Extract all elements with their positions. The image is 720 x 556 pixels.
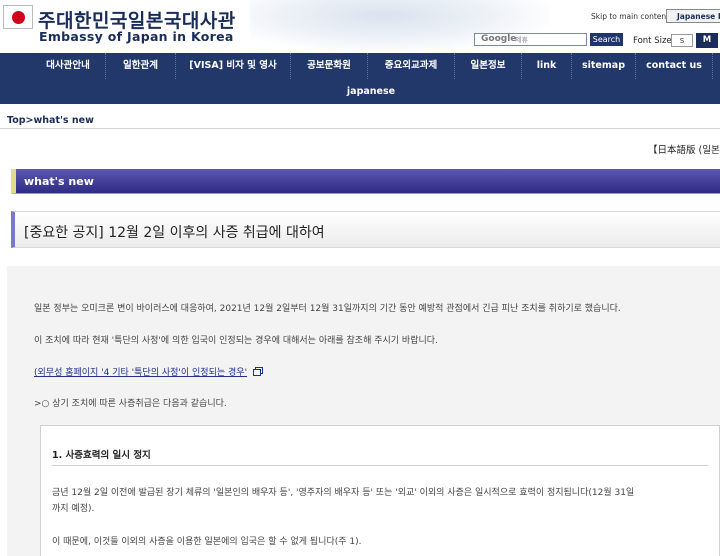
box-paragraph-1-line-1: 금년 12월 2일 이전에 발급된 장기 체류의 '일본인의 배우자 등', '… — [52, 488, 635, 498]
section-title: what's new — [24, 175, 94, 188]
nav-item-relations[interactable]: 일한관계 — [106, 53, 176, 79]
section-header-bar: what's new — [11, 169, 720, 194]
japan-flag-icon — [3, 5, 33, 29]
paragraph-2: 이 조치에 따라 현재 '특단의 사정'에 의한 입국이 인정되는 경우에 대해… — [34, 336, 438, 346]
search-placeholder: 제휴 — [515, 36, 528, 44]
skip-to-main-link[interactable]: Skip to main content — [591, 12, 669, 21]
japanese-version-link[interactable]: 【日本語版 (일본어 — [648, 142, 720, 156]
japanese-home-button[interactable]: Japanese Ho — [666, 9, 720, 23]
nav-item-sitemap[interactable]: sitemap — [572, 53, 636, 79]
box-paragraph-2: 이 때문에, 이것들 이외의 사증을 이용한 일본에의 입국은 할 수 없게 됩… — [52, 537, 362, 547]
site-header: 주대한민국일본국대사관 Embassy of Japan in Korea Sk… — [0, 0, 720, 52]
font-size-small-button[interactable]: S — [671, 34, 693, 47]
nav-item-contact[interactable]: contact us — [636, 53, 713, 79]
page-title: [중요한 공지] 12월 2일 이후의 사증 취급에 대하여 — [24, 225, 325, 241]
nav-item-japanese[interactable]: japanese — [336, 79, 406, 104]
font-size-label: Font Size — [633, 36, 672, 46]
breadcrumb[interactable]: Top>what's new — [7, 115, 94, 126]
box-divider — [52, 465, 708, 466]
site-logo-english[interactable]: Embassy of Japan in Korea — [39, 29, 234, 44]
nav-item-culture[interactable]: 공보문화원 — [291, 53, 368, 79]
divider — [0, 128, 720, 129]
nav-item-diplomacy[interactable]: 중요외교과제 — [368, 53, 455, 79]
article-body: 일본 정부는 오미크론 변이 바이러스에 대응하여, 2021년 12월 2일부… — [7, 266, 720, 556]
visa-suspension-box: 1. 사증효력의 일시 정지 금년 12월 2일 이전에 발급된 장기 체류의 … — [40, 425, 720, 556]
search-input[interactable]: Google 제휴 — [474, 33, 587, 46]
mofa-homepage-link[interactable]: (외무성 홈페이지 '4 기타 '특단의 사정'이 인정되는 경우' — [34, 368, 247, 378]
paragraph-1: 일본 정부는 오미크론 변이 바이러스에 대응하여, 2021년 12월 2일부… — [34, 304, 621, 314]
nav-item-visa[interactable]: [VISA] 비자 및 영사 — [176, 53, 291, 79]
nav-item-embassy[interactable]: 대사관안내 — [31, 53, 106, 79]
nav-item-japan-info[interactable]: 일본정보 — [455, 53, 522, 79]
main-navigation: 대사관안내 일한관계 [VISA] 비자 및 영사 공보문화원 중요외교과제 일… — [0, 53, 720, 104]
font-size-medium-button[interactable]: M — [696, 33, 718, 48]
external-link-icon — [253, 369, 262, 376]
box-paragraph-1-line-2: 까지 예정). — [52, 504, 95, 514]
mofa-link-line[interactable]: (외무성 홈페이지 '4 기타 '특단의 사정'이 인정되는 경우' — [34, 365, 262, 378]
google-logo: Google — [481, 34, 517, 44]
search-button[interactable]: Search — [590, 33, 623, 46]
nav-item-link[interactable]: link — [522, 53, 572, 79]
box-heading: 1. 사증효력의 일시 정지 — [52, 450, 151, 461]
article-title-box: [중요한 공지] 12월 2일 이후의 사증 취급에 대하여 — [11, 211, 720, 248]
paragraph-3: >○ 상기 조치에 따른 사증취급은 다음과 같습니다. — [34, 399, 227, 409]
